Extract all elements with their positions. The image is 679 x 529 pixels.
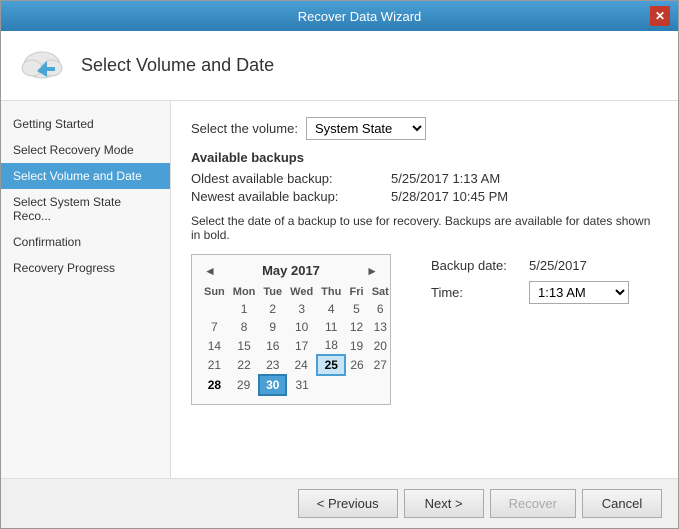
calendar-day[interactable]: 7 [200, 318, 229, 336]
day-header-sun: Sun [200, 284, 229, 300]
calendar-day[interactable]: 15 [229, 336, 260, 355]
backup-date-value: 5/25/2017 [529, 258, 587, 273]
calendar-day[interactable]: 23 [259, 355, 286, 375]
calendar-day [317, 375, 345, 395]
sidebar: Getting Started Select Recovery Mode Sel… [1, 101, 171, 478]
newest-label: Newest available backup: [191, 189, 391, 204]
volume-select[interactable]: System State C:\ D:\ [306, 117, 426, 140]
day-header-tue: Tue [259, 284, 286, 300]
volume-label: Select the volume: [191, 121, 298, 136]
calendar-day[interactable]: 20 [368, 336, 393, 355]
calendar-day[interactable]: 29 [229, 375, 260, 395]
day-header-mon: Mon [229, 284, 260, 300]
calendar-header: ◄ May 2017 ► [200, 263, 382, 278]
oldest-value: 5/25/2017 1:13 AM [391, 171, 500, 186]
time-row: Time: 1:13 AM 10:45 PM [431, 281, 629, 304]
calendar-day[interactable]: 24 [286, 355, 317, 375]
close-button[interactable]: ✕ [650, 6, 670, 26]
day-header-fri: Fri [345, 284, 367, 300]
calendar-day[interactable]: 2 [259, 300, 286, 318]
day-header-thu: Thu [317, 284, 345, 300]
day-header-wed: Wed [286, 284, 317, 300]
calendar-day[interactable]: 25 [317, 355, 345, 375]
calendar-day[interactable]: 10 [286, 318, 317, 336]
calendar-day[interactable]: 18 [317, 336, 345, 355]
backup-date-label: Backup date: [431, 258, 521, 273]
sidebar-item-confirmation[interactable]: Confirmation [1, 229, 170, 255]
next-button[interactable]: Next > [404, 489, 484, 518]
calendar-day [200, 300, 229, 318]
volume-row: Select the volume: System State C:\ D:\ [191, 117, 658, 140]
main-panel: Select the volume: System State C:\ D:\ … [171, 101, 678, 478]
newest-backup-row: Newest available backup: 5/28/2017 10:45… [191, 189, 658, 204]
date-time-panel: Backup date: 5/25/2017 Time: 1:13 AM 10:… [431, 254, 629, 405]
calendar-date-section: ◄ May 2017 ► Sun Mon Tue Wed Thu [191, 254, 658, 405]
content-area: Getting Started Select Recovery Mode Sel… [1, 101, 678, 478]
footer: < Previous Next > Recover Cancel [1, 478, 678, 528]
calendar-day[interactable]: 11 [317, 318, 345, 336]
recover-button[interactable]: Recover [490, 489, 576, 518]
calendar-day[interactable]: 6 [368, 300, 393, 318]
calendar-day[interactable]: 27 [368, 355, 393, 375]
day-header-sat: Sat [368, 284, 393, 300]
calendar-day[interactable]: 17 [286, 336, 317, 355]
calendar-day[interactable]: 13 [368, 318, 393, 336]
calendar-day[interactable]: 22 [229, 355, 260, 375]
calendar-day[interactable]: 16 [259, 336, 286, 355]
page-title: Select Volume and Date [81, 55, 274, 76]
calendar: ◄ May 2017 ► Sun Mon Tue Wed Thu [191, 254, 391, 405]
previous-button[interactable]: < Previous [298, 489, 398, 518]
wizard-icon [17, 43, 67, 88]
calendar-day[interactable]: 5 [345, 300, 367, 318]
calendar-day[interactable]: 26 [345, 355, 367, 375]
backup-date-row: Backup date: 5/25/2017 [431, 258, 629, 273]
calendar-prev-button[interactable]: ◄ [200, 264, 220, 278]
sidebar-item-recovery-progress[interactable]: Recovery Progress [1, 255, 170, 281]
calendar-day[interactable]: 14 [200, 336, 229, 355]
header: Select Volume and Date [1, 31, 678, 101]
calendar-day[interactable]: 1 [229, 300, 260, 318]
time-select[interactable]: 1:13 AM 10:45 PM [529, 281, 629, 304]
calendar-day[interactable]: 31 [286, 375, 317, 395]
time-label: Time: [431, 285, 521, 300]
calendar-day[interactable]: 12 [345, 318, 367, 336]
calendar-grid: Sun Mon Tue Wed Thu Fri Sat 123456789101… [200, 284, 393, 396]
sidebar-item-select-recovery-mode[interactable]: Select Recovery Mode [1, 137, 170, 163]
calendar-next-button[interactable]: ► [362, 264, 382, 278]
title-bar-controls: ✕ [650, 6, 670, 26]
calendar-day [345, 375, 367, 395]
sidebar-item-select-system-state[interactable]: Select System State Reco... [1, 189, 170, 229]
calendar-day[interactable]: 28 [200, 375, 229, 395]
sidebar-item-getting-started[interactable]: Getting Started [1, 111, 170, 137]
cancel-button[interactable]: Cancel [582, 489, 662, 518]
window-title: Recover Data Wizard [69, 9, 650, 24]
newest-value: 5/28/2017 10:45 PM [391, 189, 508, 204]
calendar-day[interactable]: 4 [317, 300, 345, 318]
calendar-day[interactable]: 21 [200, 355, 229, 375]
calendar-day[interactable]: 30 [259, 375, 286, 395]
calendar-day[interactable]: 8 [229, 318, 260, 336]
calendar-day [368, 375, 393, 395]
available-backups-title: Available backups [191, 150, 658, 165]
calendar-day[interactable]: 9 [259, 318, 286, 336]
oldest-label: Oldest available backup: [191, 171, 391, 186]
backup-info: Available backups Oldest available backu… [191, 150, 658, 204]
title-bar: Recover Data Wizard ✕ [1, 1, 678, 31]
calendar-day[interactable]: 3 [286, 300, 317, 318]
sidebar-item-select-volume-date[interactable]: Select Volume and Date [1, 163, 170, 189]
calendar-month-title: May 2017 [262, 263, 320, 278]
oldest-backup-row: Oldest available backup: 5/25/2017 1:13 … [191, 171, 658, 186]
hint-text: Select the date of a backup to use for r… [191, 214, 658, 242]
calendar-day[interactable]: 19 [345, 336, 367, 355]
main-window: Recover Data Wizard ✕ Select Volume and … [0, 0, 679, 529]
